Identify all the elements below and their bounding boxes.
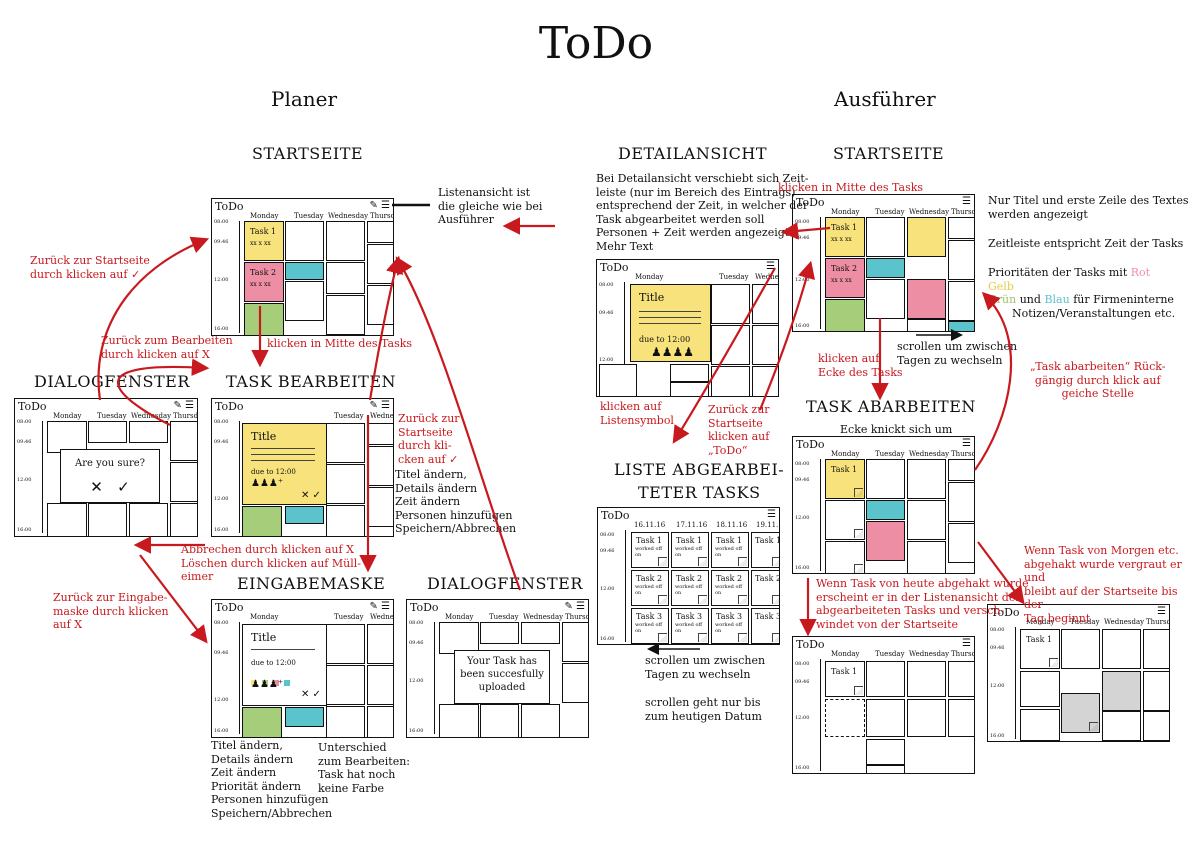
- arrow-back-edit: [117, 358, 210, 426]
- arrow-to-detail: [780, 222, 831, 240]
- arrow-dialog2-back: [395, 256, 522, 591]
- arrow-back-input: [139, 554, 208, 644]
- arrow-edit-back-start: [368, 255, 404, 401]
- arrow-back-start: [97, 236, 210, 401]
- arrow-back-todo: [758, 260, 816, 411]
- arrow-to-list: [672, 267, 776, 444]
- arrow-undo: [974, 291, 1013, 471]
- flow-arrows: [97, 203, 1025, 655]
- arrow-tomorrow-done: [977, 541, 1025, 605]
